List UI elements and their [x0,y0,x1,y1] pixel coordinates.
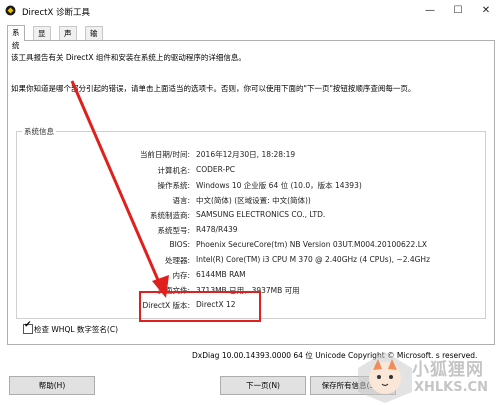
annotation-arrow [70,80,169,298]
watermark-title: 小狐狸网 [412,360,484,380]
tab-system[interactable]: 系统 [7,25,25,50]
watermark-url: XHLKS.CN [414,380,488,395]
fox-logo-icon [358,352,412,403]
next-page-button[interactable]: 下一页(N) [220,376,306,395]
help-button[interactable]: 帮助(H) [9,376,95,395]
checkmark-icon: ✔ [24,320,32,330]
whql-checkbox-label: 检查 WHQL 数字签名(C) [34,325,118,334]
